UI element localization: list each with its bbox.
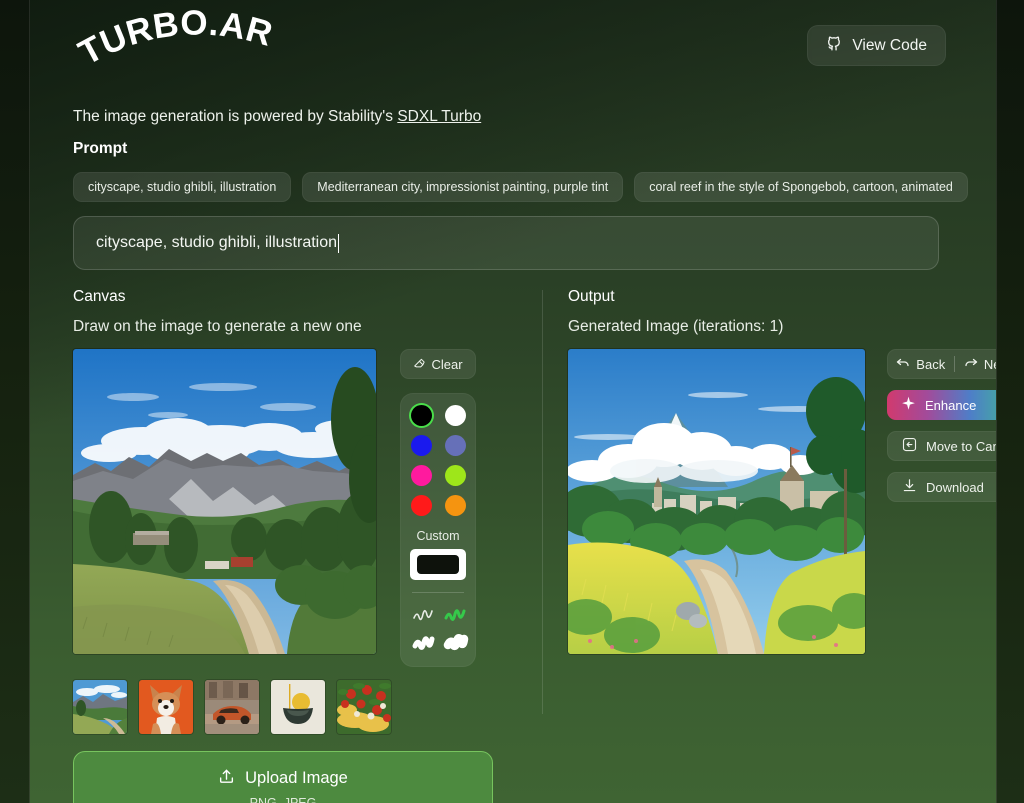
back-button[interactable]: Back	[888, 350, 954, 378]
next-button[interactable]: Next	[955, 350, 1021, 378]
download-label: Download	[926, 479, 984, 495]
custom-color-label: Custom	[416, 529, 460, 543]
move-to-canvas-label: Move to Canvas	[926, 438, 1020, 454]
canvas-title: Canvas	[73, 288, 126, 305]
workspace: Canvas Draw on the image to generate a n…	[73, 288, 1021, 714]
brush-size-2[interactable]	[442, 602, 470, 626]
generated-image	[568, 349, 865, 654]
move-to-canvas-button[interactable]: Move to Canvas	[887, 431, 1021, 461]
output-subtitle: Generated Image (iterations: 1)	[568, 318, 784, 335]
color-swatch-black[interactable]	[410, 405, 432, 426]
logo-text: TURBO.ART	[72, 0, 277, 73]
color-swatch-magenta[interactable]	[410, 465, 432, 486]
prompt-suggestion-chip[interactable]: coral reef in the style of Spongebob, ca…	[634, 172, 968, 202]
prompt-suggestions: cityscape, studio ghibli, illustration M…	[73, 172, 968, 202]
brush-sizes	[410, 602, 469, 654]
canvas-row: Clear Custom	[73, 349, 542, 667]
canvas-panel: Canvas Draw on the image to generate a n…	[73, 288, 542, 667]
sample-thumbnails	[73, 680, 961, 734]
turbo-art-app: TURBO.ART View Code The image generation…	[0, 0, 1024, 803]
eraser-icon	[413, 357, 426, 372]
output-row: Back Next Enhance Move to Canvas Downloa…	[568, 349, 1021, 654]
drawing-tools: Clear Custom	[400, 349, 476, 667]
output-title: Output	[568, 288, 615, 305]
view-code-button[interactable]: View Code	[807, 25, 946, 66]
color-swatches	[410, 405, 466, 516]
intro-text: The image generation is powered by Stabi…	[73, 108, 961, 126]
thumbnail-car-street[interactable]	[205, 680, 259, 734]
clear-label: Clear	[431, 356, 463, 372]
column-divider	[542, 290, 543, 714]
custom-color-preview	[417, 555, 459, 574]
drawing-canvas[interactable]	[73, 349, 376, 654]
brush-size-1[interactable]	[410, 602, 438, 626]
undo-arrow-icon	[896, 356, 910, 372]
page-content: TURBO.ART View Code The image generation…	[31, 0, 1021, 803]
clear-button[interactable]: Clear	[400, 349, 476, 379]
color-swatch-white[interactable]	[444, 405, 466, 426]
thumbnail-mountain-landscape[interactable]	[73, 680, 127, 734]
enhance-label: Enhance	[925, 397, 977, 413]
enhance-button[interactable]: Enhance	[887, 390, 1021, 420]
download-button[interactable]: Download	[887, 472, 1021, 502]
arrow-left-box-icon	[902, 437, 917, 455]
prompt-input-value: cityscape, studio ghibli, illustration	[96, 234, 338, 251]
prompt-input[interactable]: cityscape, studio ghibli, illustration	[73, 216, 939, 270]
text-caret	[338, 233, 340, 253]
view-code-label: View Code	[852, 36, 927, 54]
color-swatch-slate[interactable]	[444, 435, 466, 456]
upload-label: Upload Image	[245, 769, 348, 787]
brush-size-4[interactable]	[442, 630, 470, 654]
sdxl-turbo-link[interactable]: SDXL Turbo	[397, 108, 481, 125]
github-icon	[826, 35, 843, 57]
app-header: TURBO.ART View Code	[52, 0, 961, 82]
intro-text-prefix: The image generation is powered by Stabi…	[73, 108, 398, 125]
brush-size-3[interactable]	[410, 630, 438, 654]
redo-arrow-icon	[964, 356, 978, 372]
app-logo: TURBO.ART	[72, 0, 303, 76]
color-swatch-orange[interactable]	[444, 495, 466, 516]
prompt-label: Prompt	[73, 140, 128, 157]
upload-icon	[218, 768, 235, 790]
history-nav: Back Next	[887, 349, 1021, 379]
color-swatch-lime[interactable]	[444, 465, 466, 486]
canvas-subtitle: Draw on the image to generate a new one	[73, 318, 362, 335]
prompt-suggestion-chip[interactable]: cityscape, studio ghibli, illustration	[73, 172, 292, 202]
custom-color-wrap	[410, 549, 466, 580]
upload-main-row: Upload Image	[218, 768, 348, 790]
sparkle-icon	[901, 396, 916, 414]
color-and-brush-panel: Custom	[400, 393, 476, 667]
custom-color-picker[interactable]	[410, 549, 466, 580]
download-icon	[902, 478, 917, 496]
upload-image-button[interactable]: Upload Image PNG, JPEG	[73, 751, 493, 803]
next-label: Next	[983, 356, 1011, 372]
thumbnail-abstract-sun[interactable]	[271, 680, 325, 734]
thumbnail-pasta-food[interactable]	[337, 680, 391, 734]
back-label: Back	[916, 356, 946, 372]
prompt-suggestion-chip[interactable]: Mediterranean city, impressionist painti…	[302, 172, 624, 202]
output-panel: Output Generated Image (iterations: 1) B…	[542, 288, 1021, 667]
thumbnail-corgi-dog[interactable]	[139, 680, 193, 734]
tool-divider	[412, 592, 464, 593]
svg-text:TURBO.ART: TURBO.ART	[72, 0, 277, 73]
color-swatch-blue[interactable]	[410, 435, 432, 456]
output-actions: Back Next Enhance Move to Canvas Downloa…	[887, 349, 1021, 654]
left-gutter	[0, 0, 30, 803]
upload-formats: PNG, JPEG	[249, 795, 317, 803]
color-swatch-red[interactable]	[410, 495, 432, 516]
